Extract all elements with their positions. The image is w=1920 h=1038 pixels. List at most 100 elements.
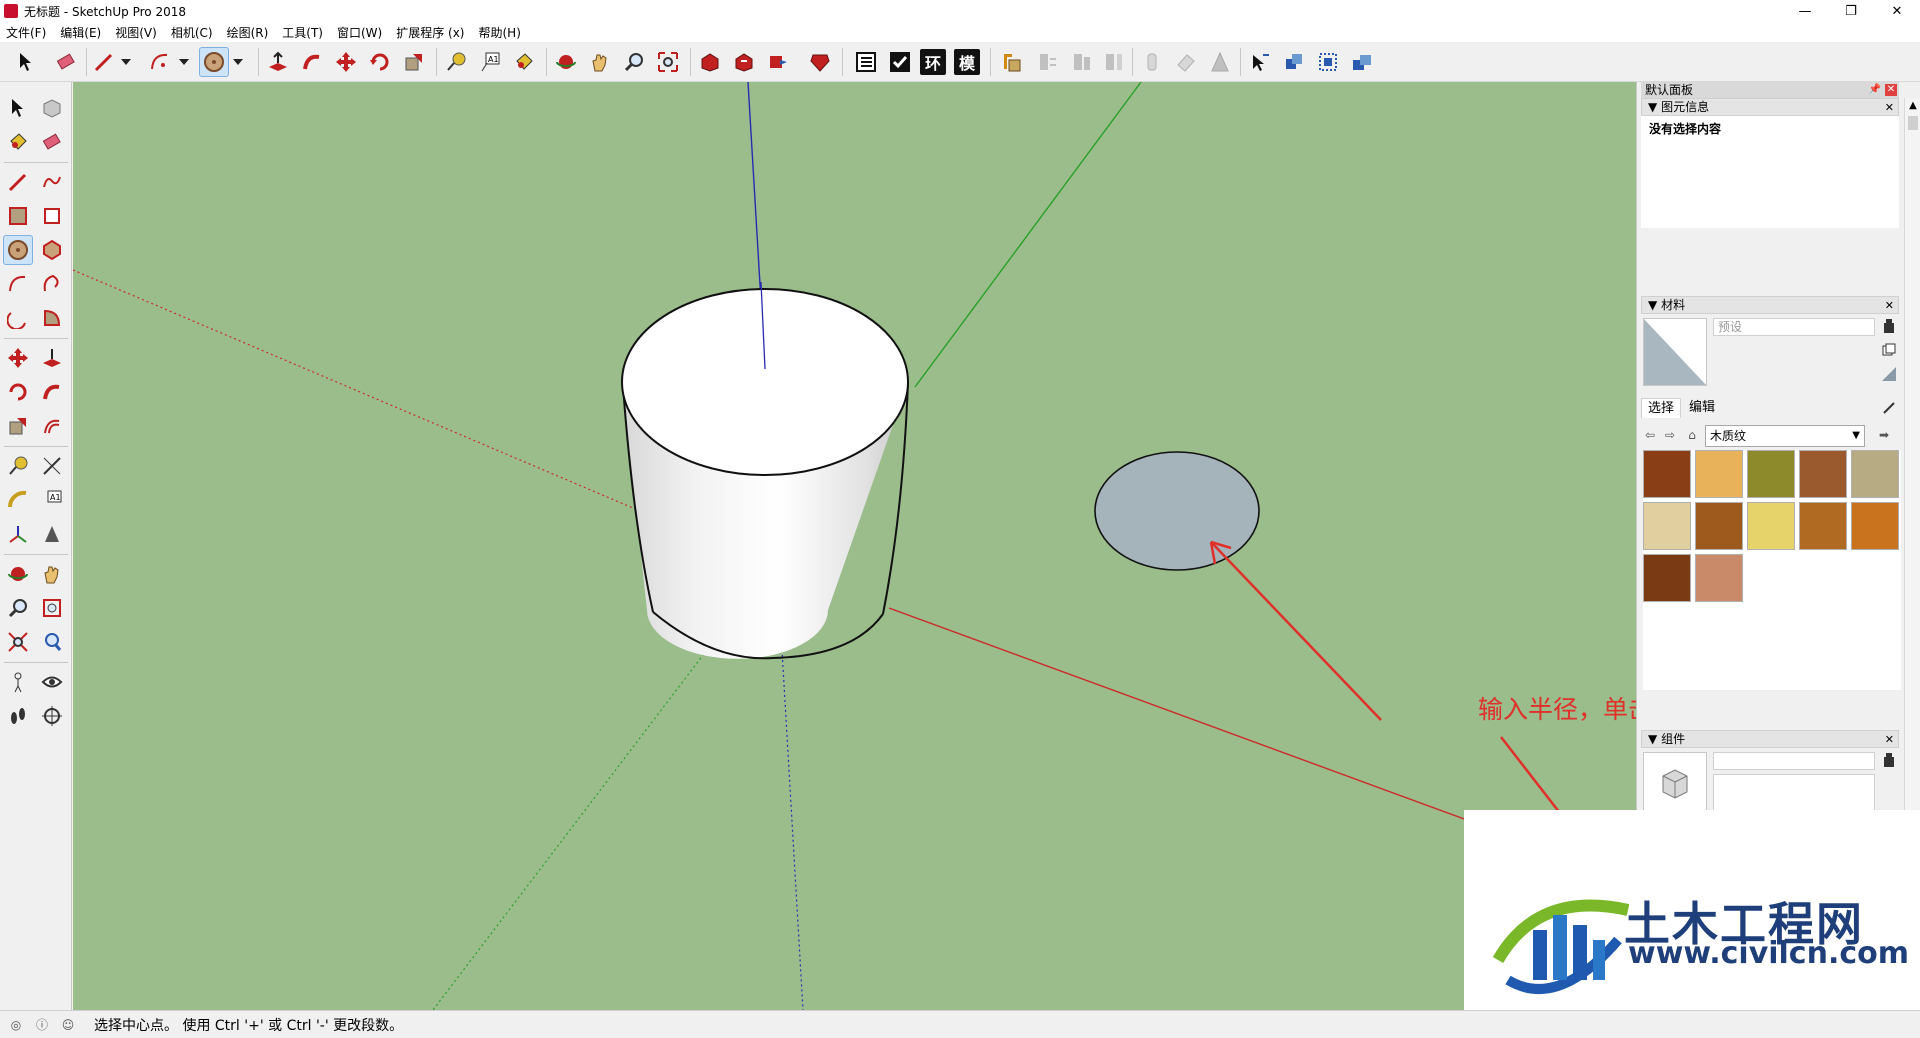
walk-icon[interactable] [4,702,32,730]
zoom-tool-icon[interactable] [620,48,648,76]
share-model-icon[interactable] [730,48,758,76]
geo-location-icon[interactable]: ◎ [6,1015,26,1035]
eraser-icon[interactable] [38,128,66,156]
select-icon[interactable] [4,94,32,122]
text-icon[interactable]: A1 [38,486,66,514]
3d-text-icon[interactable] [38,520,66,548]
material-preview[interactable] [1643,318,1707,386]
offset-icon[interactable] [38,412,66,440]
section-cuts-icon[interactable] [1068,48,1096,76]
section-fill-icon[interactable] [1034,48,1062,76]
protractor-icon[interactable] [4,486,32,514]
section-plane-tool-icon[interactable] [38,702,66,730]
axes-icon[interactable] [4,520,32,548]
user-account-icon[interactable]: ☺ [58,1015,78,1035]
hidden-line-icon[interactable] [1206,48,1234,76]
scene-canvas[interactable] [73,82,1636,1010]
pan-icon[interactable] [38,560,66,588]
material-swatch[interactable] [1695,450,1743,498]
select-by-icon[interactable] [1246,48,1274,76]
select-tool-icon[interactable] [12,48,40,76]
freehand-icon[interactable] [38,168,66,196]
extension-warehouse-icon[interactable] [806,48,834,76]
group-tools-icon[interactable] [1280,48,1308,76]
paint-bucket-icon[interactable] [4,128,32,156]
push-pull-tool-icon[interactable] [264,48,292,76]
look-around-icon[interactable] [38,668,66,696]
move-tool-icon[interactable] [332,48,360,76]
material-swatch[interactable] [1851,502,1899,550]
polygon-icon[interactable] [38,236,66,264]
plugin-mo-button[interactable]: 模 [954,49,980,75]
pin-icon[interactable]: 📌 [1869,82,1881,98]
circle-tool-icon[interactable] [199,47,229,77]
section-plane-icon[interactable] [998,48,1026,76]
section-display-icon[interactable] [1100,48,1128,76]
rotate-tool-icon[interactable] [366,48,394,76]
details-arrow-icon[interactable]: ➡ [1875,426,1893,444]
scale-tool-icon[interactable] [400,48,428,76]
cylinder-top-face[interactable] [621,288,909,476]
share-component-icon[interactable] [764,48,792,76]
create-component-icon[interactable] [1881,752,1897,768]
home-icon[interactable]: ⌂ [1683,426,1701,444]
drawn-circle-face[interactable] [1094,451,1260,571]
material-swatch[interactable] [1695,502,1743,550]
arc-tool-icon[interactable] [146,48,174,76]
pan-tool-icon[interactable] [586,48,614,76]
menu-file[interactable]: 文件(F) [6,24,46,41]
zoom-window-icon[interactable] [38,594,66,622]
previous-view-icon[interactable] [38,628,66,656]
collapse-arrow-icon[interactable]: ▼ [1648,100,1657,114]
circle-icon[interactable] [3,235,33,265]
zoom-extents-tool-icon[interactable] [654,48,682,76]
zoom-extents-icon[interactable] [4,628,32,656]
three-point-arc-icon[interactable] [4,304,32,332]
menu-help[interactable]: 帮助(H) [478,24,520,41]
line-tool-icon[interactable] [90,48,118,76]
text-tool-icon[interactable]: A1 [476,48,504,76]
component-preview[interactable] [1643,752,1707,816]
tape-measure-tool-icon[interactable] [442,48,470,76]
dimension-icon[interactable] [38,452,66,480]
rotated-rectangle-icon[interactable] [38,202,66,230]
entity-info-header[interactable]: ▼ 图元信息 ✕ [1641,98,1899,116]
two-point-arc-icon[interactable] [38,270,66,298]
material-swatch[interactable] [1643,502,1691,550]
restore-button[interactable]: ❐ [1828,0,1874,22]
tab-select[interactable]: 选择 [1641,398,1682,418]
back-edges-icon[interactable] [1172,48,1200,76]
follow-me-tool-icon[interactable] [298,48,326,76]
material-swatch[interactable] [1747,450,1795,498]
back-arrow-icon[interactable]: ⇦ [1641,426,1659,444]
outliner-icon[interactable] [852,48,880,76]
arc-dropdown-icon[interactable] [176,48,192,76]
plugin-huan-button[interactable]: 环 [920,49,946,75]
sample-paint-icon[interactable] [1881,400,1897,416]
menu-extensions[interactable]: 扩展程序 (x) [396,24,464,41]
material-swatch[interactable] [1851,450,1899,498]
menu-edit[interactable]: 编辑(E) [60,24,101,41]
menu-camera[interactable]: 相机(C) [171,24,213,41]
orbit-tool-icon[interactable] [552,48,580,76]
warehouse-icon[interactable] [696,48,724,76]
tape-measure-icon[interactable] [4,452,32,480]
scroll-up-icon[interactable]: ▲ [1905,98,1920,114]
close-button[interactable]: ✕ [1874,0,1920,22]
materials-header[interactable]: ▼ 材料 ✕ [1641,296,1899,314]
make-component-icon[interactable] [38,94,66,122]
create-material-icon[interactable] [1881,318,1897,334]
entity-info-close-icon[interactable]: ✕ [1885,100,1894,116]
materials-close-icon[interactable]: ✕ [1885,298,1894,314]
menu-tools[interactable]: 工具(T) [282,24,323,41]
material-category-select[interactable]: 木质纹 ▼ [1705,425,1865,447]
menu-view[interactable]: 视图(V) [115,24,157,41]
display-secondary-pane-icon[interactable] [1881,342,1897,358]
pie-icon[interactable] [38,304,66,332]
arc-icon[interactable] [4,270,32,298]
line-icon[interactable] [4,168,32,196]
position-camera-icon[interactable] [4,668,32,696]
rotate-icon[interactable] [4,378,32,406]
push-pull-icon[interactable] [38,344,66,372]
xray-icon[interactable] [1138,48,1166,76]
